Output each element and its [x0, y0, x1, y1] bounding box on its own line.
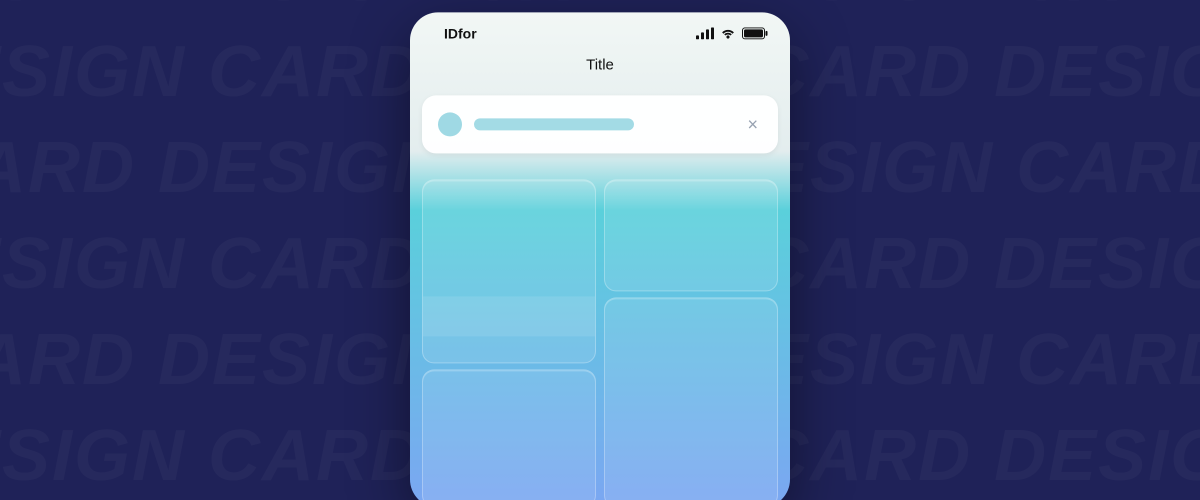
wifi-icon	[720, 27, 736, 39]
status-bar: IDfor	[410, 12, 790, 50]
status-icons	[696, 27, 768, 39]
carrier-label: IDfor	[444, 25, 477, 41]
avatar-placeholder	[438, 112, 462, 136]
text-placeholder	[474, 118, 634, 130]
cellular-signal-icon	[696, 27, 714, 39]
page-title: Title	[410, 50, 790, 87]
bg-row: CARD DESIGN CARD DESIGN CARD DESIGN CARD…	[0, 0, 1200, 12]
close-icon[interactable]: ×	[743, 111, 762, 137]
grid-tile[interactable]	[604, 297, 778, 500]
search-card[interactable]: ×	[422, 95, 778, 153]
grid-tile[interactable]	[422, 370, 596, 500]
card-grid	[422, 179, 778, 500]
grid-tile[interactable]	[604, 179, 778, 291]
battery-icon	[742, 27, 768, 39]
tile-bar	[423, 297, 595, 337]
grid-tile[interactable]	[422, 179, 596, 363]
device-frame: IDfor Title ×	[410, 12, 790, 500]
content-area: ×	[410, 87, 790, 500]
